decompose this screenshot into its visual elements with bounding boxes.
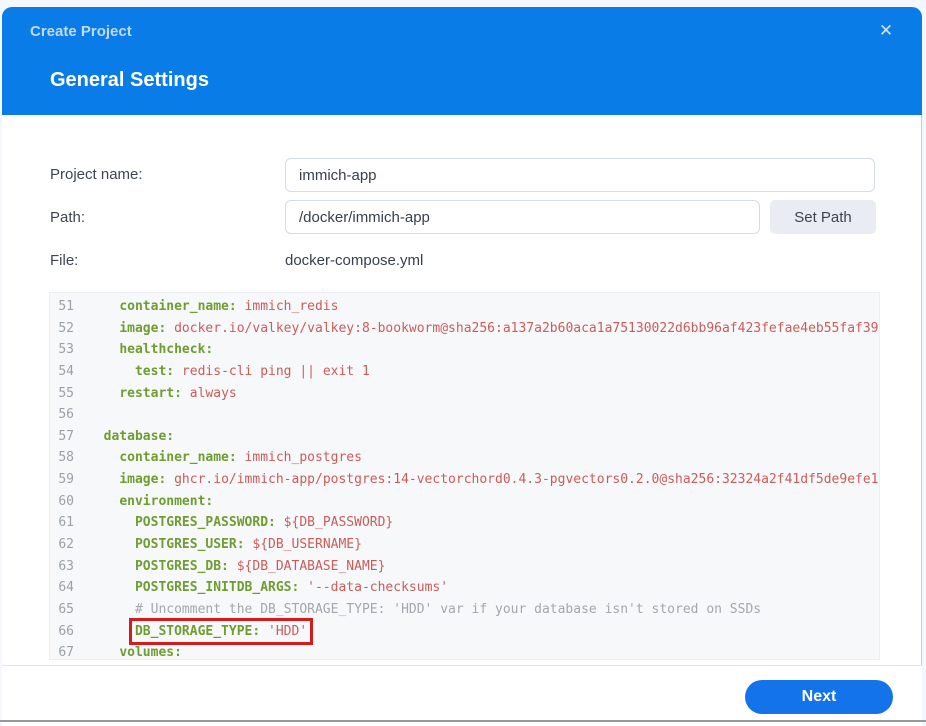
code-text: environment: — [119, 493, 214, 509]
section-title: General Settings — [50, 69, 209, 91]
line-number: 53 — [58, 342, 74, 358]
line-number: 63 — [58, 558, 74, 574]
line-number: 66 — [58, 623, 74, 639]
project-name-input[interactable] — [285, 158, 875, 192]
line-number: 52 — [58, 320, 74, 336]
create-project-dialog: Create Project ✕ General Settings Projec… — [2, 7, 922, 726]
code-text: test: redis-cli ping || exit 1 — [134, 363, 370, 379]
path-input[interactable] — [285, 200, 760, 234]
line-number: 60 — [58, 493, 74, 509]
code-line: 64 POSTGRES_INITDB_ARGS: '--data-checksu… — [50, 577, 879, 599]
line-number: 54 — [58, 363, 74, 379]
code-line: 62 POSTGRES_USER: ${DB_USERNAME} — [50, 534, 879, 556]
code-text: healthcheck: — [119, 342, 214, 358]
code-line: 66 DB_STORAGE_TYPE: 'HDD' — [50, 617, 879, 645]
code-line: 63 POSTGRES_DB: ${DB_DATABASE_NAME} — [50, 556, 879, 578]
dialog-footer: Next — [2, 665, 922, 720]
code-line: 57 database: — [50, 426, 879, 448]
code-text: POSTGRES_USER: ${DB_USERNAME} — [134, 537, 362, 553]
file-label: File: — [50, 252, 79, 269]
line-number: 56 — [58, 407, 74, 423]
code-text: POSTGRES_PASSWORD: ${DB_PASSWORD} — [134, 515, 394, 531]
screen: Create Project ✕ General Settings Projec… — [0, 0, 926, 726]
code-line: 53 healthcheck: — [50, 339, 879, 361]
set-path-button[interactable]: Set Path — [770, 200, 876, 234]
line-number: 59 — [58, 472, 74, 488]
code-line: 52 image: docker.io/valkey/valkey:8-book… — [50, 318, 879, 340]
file-value: docker-compose.yml — [285, 252, 424, 269]
line-number: 67 — [58, 645, 74, 660]
code-text: container_name: immich_postgres — [119, 450, 362, 466]
line-number: 64 — [58, 580, 74, 596]
next-button[interactable]: Next — [745, 680, 893, 714]
code-line: 65 # Uncomment the DB_STORAGE_TYPE: 'HDD… — [50, 599, 879, 621]
code-line: 56 — [50, 404, 879, 426]
code-text: DB_STORAGE_TYPE: 'HDD' — [88, 617, 314, 645]
code-line: 51 container_name: immich_redis — [50, 296, 879, 318]
dialog-right-border — [921, 115, 922, 713]
line-number: 57 — [58, 428, 74, 444]
code-line: 55 restart: always — [50, 383, 879, 405]
code-line: 54 test: redis-cli ping || exit 1 — [50, 361, 879, 383]
code-text: container_name: immich_redis — [119, 299, 339, 314]
code-text: image: ghcr.io/immich-app/postgres:14-ve… — [119, 472, 880, 488]
line-number: 51 — [58, 299, 74, 314]
window-bottom-edge — [0, 720, 926, 722]
code-editor[interactable]: 51 container_name: immich_redis 52 image:… — [49, 292, 880, 660]
dialog-header: Create Project ✕ General Settings — [2, 7, 922, 115]
path-label: Path: — [50, 209, 86, 226]
code-line: 61 POSTGRES_PASSWORD: ${DB_PASSWORD} — [50, 512, 879, 534]
code-text: volumes: — [119, 645, 182, 660]
code-text: database: — [103, 428, 175, 444]
code-text: # Uncomment the DB_STORAGE_TYPE: 'HDD' v… — [134, 601, 762, 617]
code-line: 58 container_name: immich_postgres — [50, 447, 879, 469]
close-icon[interactable]: ✕ — [874, 19, 898, 43]
code-line: 67 volumes: — [50, 642, 879, 660]
code-text: restart: always — [119, 385, 237, 401]
code-text: POSTGRES_DB: ${DB_DATABASE_NAME} — [134, 558, 386, 574]
highlight-box: DB_STORAGE_TYPE: 'HDD' — [128, 617, 314, 645]
line-number: 55 — [58, 385, 74, 401]
line-number: 58 — [58, 450, 74, 466]
line-number: 62 — [58, 537, 74, 553]
line-number: 65 — [58, 601, 74, 617]
code-line: 60 environment: — [50, 491, 879, 513]
line-number: 61 — [58, 515, 74, 531]
code-text: image: docker.io/valkey/valkey:8-bookwor… — [119, 320, 879, 336]
code-text: POSTGRES_INITDB_ARGS: '--data-checksums' — [134, 580, 449, 596]
code-line: 59 image: ghcr.io/immich-app/postgres:14… — [50, 469, 879, 491]
project-name-label: Project name: — [50, 166, 143, 183]
dialog-title: Create Project — [30, 23, 132, 40]
